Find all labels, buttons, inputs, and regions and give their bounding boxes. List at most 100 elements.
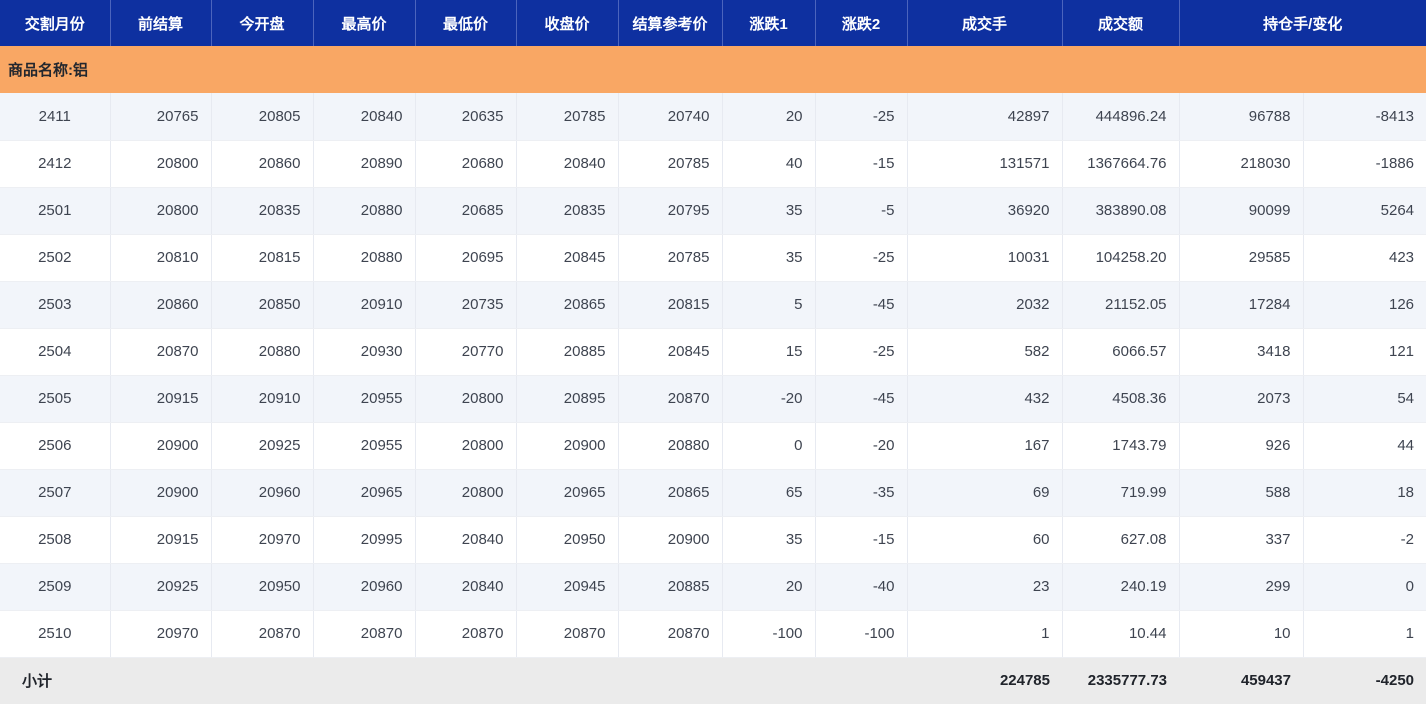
value-cell: 20870 [109,328,211,376]
value-cell: -45 [814,281,907,329]
subtotal-value: 2335777.73 [1062,657,1179,704]
value-cell: 20900 [617,516,722,564]
value-cell: 20 [721,563,815,611]
table-row: 2502 20810 20815 20880 20695 20845 20785 35 -25 1… [0,234,1426,282]
value-cell: -25 [814,234,907,282]
value-cell: 20910 [210,375,313,423]
value-cell: 90099 [1178,187,1303,235]
value-cell: 20995 [312,516,415,564]
value-cell: 54 [1302,375,1426,423]
value-cell: 627.08 [1061,516,1179,564]
delivery-month-cell: 2510 [0,610,110,658]
value-cell: 20680 [414,140,516,188]
subtotal-value [415,657,516,704]
value-cell: 69 [906,469,1062,517]
value-cell: 20685 [414,187,516,235]
value-cell: 121 [1302,328,1426,376]
column-header: 最低价 [414,0,516,46]
value-cell: 218030 [1178,140,1303,188]
subtotal-value: -4250 [1303,657,1426,704]
value-cell: 4508.36 [1061,375,1179,423]
value-cell: 23 [906,563,1062,611]
table-row: 2504 20870 20880 20930 20770 20885 20845 15 -25 5… [0,328,1426,376]
value-cell: 20870 [210,610,313,658]
value-cell: 0 [721,422,815,470]
table-row: 2501 20800 20835 20880 20685 20835 20795 35 -5 36… [0,187,1426,235]
value-cell: -15 [814,140,907,188]
value-cell: 20880 [617,422,722,470]
value-cell: 35 [721,516,815,564]
value-cell: 20695 [414,234,516,282]
value-cell: -40 [814,563,907,611]
value-cell: -1886 [1302,140,1426,188]
value-cell: -25 [814,328,907,376]
value-cell: 20870 [617,375,722,423]
value-cell: -35 [814,469,907,517]
value-cell: 20800 [109,140,211,188]
value-cell: 20 [721,93,815,141]
table-row: 2505 20915 20910 20955 20800 20895 20870 -20 -45… [0,375,1426,423]
value-cell: 5 [721,281,815,329]
value-cell: 719.99 [1061,469,1179,517]
value-cell: 20900 [109,422,211,470]
value-cell: 35 [721,234,815,282]
value-cell: 3418 [1178,328,1303,376]
value-cell: 20965 [312,469,415,517]
value-cell: 20865 [617,469,722,517]
value-cell: 20800 [414,422,516,470]
column-header: 交割月份 [0,0,110,46]
value-cell: 20840 [414,563,516,611]
column-header: 今开盘 [210,0,313,46]
value-cell: 20770 [414,328,516,376]
value-cell: 337 [1178,516,1303,564]
subtotal-value: 224785 [907,657,1062,704]
table-row: 2508 20915 20970 20995 20840 20950 20900 35 -15 6… [0,516,1426,564]
value-cell: 35 [721,187,815,235]
value-cell: 40 [721,140,815,188]
delivery-month-cell: 2508 [0,516,110,564]
value-cell: 20870 [414,610,516,658]
value-cell: 20815 [617,281,722,329]
value-cell: 582 [906,328,1062,376]
column-header: 收盘价 [515,0,618,46]
value-cell: 20815 [210,234,313,282]
value-cell: 20915 [109,375,211,423]
value-cell: 20885 [515,328,618,376]
value-cell: 36920 [906,187,1062,235]
value-cell: 20765 [109,93,211,141]
value-cell: -25 [814,93,907,141]
column-header: 成交手 [906,0,1062,46]
value-cell: 20895 [515,375,618,423]
table-row: 2506 20900 20925 20955 20800 20900 20880 0 -20 16… [0,422,1426,470]
value-cell: 20870 [617,610,722,658]
subtotal-value: 459437 [1179,657,1303,704]
value-cell: 131571 [906,140,1062,188]
value-cell: 96788 [1178,93,1303,141]
value-cell: 167 [906,422,1062,470]
value-cell: 20960 [312,563,415,611]
value-cell: 20955 [312,422,415,470]
subtotal-value [211,657,313,704]
value-cell: -8413 [1302,93,1426,141]
value-cell: 20860 [109,281,211,329]
value-cell: 444896.24 [1061,93,1179,141]
value-cell: 42897 [906,93,1062,141]
table-row: 2509 20925 20950 20960 20840 20945 20885 20 -40 2… [0,563,1426,611]
table-row: 2503 20860 20850 20910 20735 20865 20815 5 -45 20… [0,281,1426,329]
value-cell: 20950 [515,516,618,564]
value-cell: 0 [1302,563,1426,611]
delivery-month-cell: 2502 [0,234,110,282]
value-cell: 20970 [109,610,211,658]
delivery-month-cell: 2506 [0,422,110,470]
value-cell: 15 [721,328,815,376]
value-cell: 104258.20 [1061,234,1179,282]
value-cell: 2032 [906,281,1062,329]
value-cell: 20840 [515,140,618,188]
value-cell: -20 [814,422,907,470]
subtotal-value [313,657,415,704]
subtotal-value [722,657,815,704]
delivery-month-cell: 2412 [0,140,110,188]
table-row: 2510 20970 20870 20870 20870 20870 20870 -100 -1… [0,610,1426,658]
value-cell: 2073 [1178,375,1303,423]
table-row: 2411 20765 20805 20840 20635 20785 20740 20 -25 4… [0,93,1426,141]
